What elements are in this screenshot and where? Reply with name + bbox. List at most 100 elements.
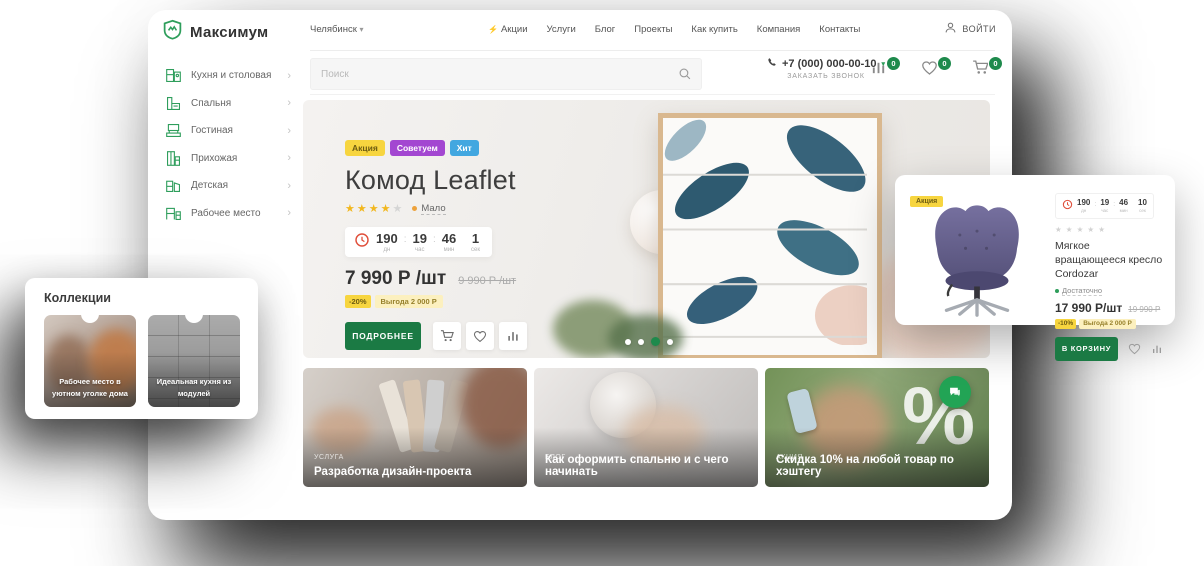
product-badge-promo: Акция — [910, 196, 943, 207]
sidebar-item-living-room[interactable]: Гостиная › — [148, 117, 303, 145]
header-icons: 0 0 0 — [870, 60, 994, 80]
carousel-dot[interactable] — [625, 339, 631, 345]
article-card-promo[interactable]: % акция Скидка 10% на любой товар по хэш… — [765, 368, 989, 487]
menu-item-contacts[interactable]: Контакты — [819, 24, 860, 35]
compare-button[interactable] — [1151, 343, 1163, 355]
current-price: 7 990 Р /шт — [345, 268, 446, 290]
sidebar-item-kids[interactable]: Детская › — [148, 172, 303, 200]
product-price-row: 17 990 Р/шт 19 990 Р — [1055, 301, 1163, 315]
carousel-dot[interactable] — [667, 339, 673, 345]
compare-button[interactable]: 0 — [870, 60, 892, 80]
collection-caption: Идеальная кухня из модулей — [152, 376, 236, 400]
favorite-button[interactable] — [466, 322, 494, 350]
chevron-right-icon: › — [287, 180, 291, 192]
article-tag: услуга — [314, 454, 344, 461]
hero-price-row: 7 990 Р /шт 9 990 Р /шт — [345, 268, 527, 290]
favorites-count-badge: 0 — [937, 56, 952, 71]
chevron-right-icon: › — [287, 97, 291, 109]
timer-minutes: 46мин — [442, 232, 456, 253]
collections-panel: Коллекции Рабочее место в уютном уголке … — [25, 278, 258, 419]
carousel-dot-active[interactable] — [651, 337, 660, 346]
hero-product-title[interactable]: Комод Leaflet — [345, 165, 527, 196]
benefit-badge: Выгода 2 000 Р — [1079, 319, 1136, 329]
caret-down-icon: ▾ — [360, 25, 364, 34]
main-menu: ⚡Акции Услуги Блог Проекты Как купить Ко… — [488, 24, 860, 35]
current-price: 17 990 Р/шт — [1055, 301, 1122, 315]
chevron-right-icon: › — [287, 207, 291, 219]
badge-hit: Хит — [450, 140, 479, 156]
favorite-button[interactable] — [1128, 343, 1141, 355]
kitchen-icon — [162, 67, 184, 84]
product-rating: ★ ★ ★ ★ ★ — [1055, 225, 1163, 234]
hero-product-image — [658, 113, 882, 358]
cart-button[interactable]: 0 — [972, 60, 994, 80]
product-title[interactable]: Мягкое вращающееся кресло Cordozar — [1055, 239, 1163, 282]
favorites-button[interactable]: 0 — [921, 60, 943, 80]
collection-tile-workplace[interactable]: Рабочее место в уютном уголке дома — [44, 315, 136, 407]
collections-title: Коллекции — [44, 291, 258, 305]
product-countdown-timer: 190дн : 19час : 46мин : 10сек — [1055, 193, 1154, 219]
timer-seconds: 1сек — [471, 232, 480, 253]
collection-tile-kitchen[interactable]: Идеальная кухня из модулей — [148, 315, 240, 407]
city-selector[interactable]: Челябинск ▾ — [310, 24, 364, 35]
menu-item-services[interactable]: Услуги — [547, 24, 576, 35]
search-input[interactable] — [311, 69, 678, 80]
product-buttons: в корзину — [1055, 337, 1163, 361]
article-card-blog[interactable]: блог Как оформить спальню и с чего начин… — [534, 368, 758, 487]
compare-button[interactable] — [499, 322, 527, 350]
buy-button[interactable]: в корзину — [1055, 337, 1118, 361]
divider — [310, 94, 995, 95]
star-icon: ★ — [345, 202, 355, 215]
article-title: Как оформить спальню и с чего начинать — [545, 454, 748, 478]
category-sidebar: Кухня и столовая › Спальня › Гостиная › … — [148, 62, 303, 227]
logo-shield-icon — [162, 19, 183, 45]
add-to-cart-button[interactable] — [433, 322, 461, 350]
chevron-right-icon: › — [287, 70, 291, 82]
menu-item-blog[interactable]: Блог — [595, 24, 616, 35]
timer-seconds: 10сек — [1138, 199, 1147, 213]
benefit-badge: Выгода 2 000 Р — [375, 295, 443, 308]
timer-days: 190дн — [376, 232, 398, 253]
menu-item-company[interactable]: Компания — [757, 24, 800, 35]
collection-caption: Рабочее место в уютном уголке дома — [48, 376, 132, 400]
spark-icon: ⚡ — [488, 25, 498, 34]
clock-icon — [1062, 197, 1073, 215]
article-cards: услуга Разработка дизайн-проекта блог Ка… — [303, 368, 990, 487]
timer-days: 190дн — [1077, 199, 1090, 213]
availability-dot-icon — [1055, 289, 1059, 293]
compare-count-badge: 0 — [886, 56, 901, 71]
product-availability: Достаточно — [1055, 286, 1163, 296]
logo-text: Максимум — [190, 24, 268, 41]
hallway-icon — [162, 150, 184, 167]
hero-discount-row: -20% Выгода 2 000 Р — [345, 295, 527, 308]
article-card-service[interactable]: услуга Разработка дизайн-проекта — [303, 368, 527, 487]
menu-item-projects[interactable]: Проекты — [634, 24, 672, 35]
product-card: Акция 190дн : 19час : 46мин — [895, 175, 1175, 325]
product-image-chair[interactable] — [909, 193, 1045, 313]
timer-hours: 19час — [1100, 199, 1109, 213]
logo[interactable]: Максимум — [162, 19, 268, 45]
sidebar-item-bedroom[interactable]: Спальня › — [148, 90, 303, 118]
top-bar: Максимум Челябинск ▾ ⚡Акции Услуги Блог … — [148, 10, 1012, 50]
login-button[interactable]: войти — [944, 21, 996, 36]
search-icon[interactable] — [678, 67, 692, 81]
collections-row: Рабочее место в уютном уголке дома Идеал… — [44, 315, 258, 407]
sidebar-item-workplace[interactable]: Рабочее место › — [148, 200, 303, 228]
workplace-icon — [162, 205, 184, 222]
sidebar-item-hallway[interactable]: Прихожая › — [148, 145, 303, 173]
user-icon — [944, 21, 957, 36]
hero-banner: Акция Советуем Хит Комод Leaflet ★ ★ ★ ★… — [303, 100, 990, 358]
star-icon: ★ — [357, 202, 367, 215]
star-icon: ★ — [381, 202, 391, 215]
more-button[interactable]: Подробнее — [345, 322, 421, 350]
divider — [310, 50, 995, 51]
menu-item-how-to-buy[interactable]: Как купить — [691, 24, 737, 35]
living-room-icon — [162, 122, 184, 139]
carousel-dot[interactable] — [638, 339, 644, 345]
menu-item-promos[interactable]: ⚡Акции — [488, 24, 528, 35]
sidebar-item-kitchen[interactable]: Кухня и столовая › — [148, 62, 303, 90]
kids-room-icon — [162, 177, 184, 194]
product-info: 190дн : 19час : 46мин : 10сек ★ ★ ★ ★ ★ … — [1055, 193, 1163, 361]
timer-hours: 19час — [412, 232, 426, 253]
star-icon: ★ — [393, 202, 403, 215]
